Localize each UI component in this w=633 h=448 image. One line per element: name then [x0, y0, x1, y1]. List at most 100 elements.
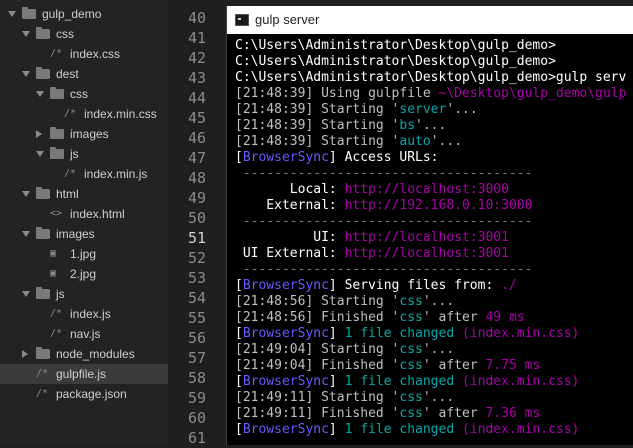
terminal-text: C:\Users\Administrator\Desktop\gulp_demo…	[235, 70, 627, 85]
chevron-down-icon[interactable]	[22, 231, 30, 237]
tree-folder[interactable]: dest	[0, 64, 168, 84]
terminal-line: External: http://192.168.0.10:3000	[235, 198, 532, 214]
terminal-text: css	[399, 406, 423, 421]
tree-file[interactable]: /* index.js	[0, 304, 168, 324]
terminal-text: [	[235, 422, 243, 437]
tree-file[interactable]: ▣ 1.jpg	[0, 244, 168, 264]
terminal-text: bs	[399, 118, 416, 133]
tree-file[interactable]: <> index.html	[0, 204, 168, 224]
terminal-text: [	[235, 134, 243, 149]
tree-item-label: 2.jpg	[70, 267, 97, 281]
terminal-text: ] Finished '	[305, 406, 400, 421]
terminal-text: -------------------------------------	[235, 214, 533, 229]
terminal-line: [BrowserSync] Serving files from: ./	[235, 278, 517, 294]
terminal-text: css	[399, 358, 423, 373]
terminal-text: 7.36 ms	[485, 406, 541, 421]
chevron-down-icon[interactable]	[36, 91, 44, 97]
terminal-output[interactable]: C:\Users\Administrator\Desktop\gulp_demo…	[227, 34, 633, 445]
terminal-window[interactable]: gulp server C:\Users\Administrator\Deskt…	[226, 6, 633, 445]
tree-file[interactable]: /* package.json	[0, 384, 168, 404]
chevron-down-icon[interactable]	[22, 31, 30, 37]
terminal-text: ] Starting '	[305, 102, 400, 117]
terminal-text: ] Starting '	[305, 390, 400, 405]
chevron-down-icon[interactable]	[22, 191, 30, 197]
terminal-text: 49 ms	[485, 310, 525, 325]
line-number: 57	[187, 349, 206, 367]
js-file-icon: /*	[64, 168, 77, 179]
tree-folder[interactable]: node_modules	[0, 344, 168, 364]
terminal-line: C:\Users\Administrator\Desktop\gulp_demo…	[235, 38, 556, 54]
line-number: 53	[187, 269, 206, 287]
terminal-line: [21:48:39] Starting 'bs'...	[235, 118, 446, 134]
tree-folder[interactable]: gulp_demo	[0, 4, 168, 24]
terminal-text: 21:48:56	[242, 310, 306, 325]
terminal-text: BrowserSync	[242, 150, 329, 165]
terminal-text: -------------------------------------	[235, 262, 533, 277]
tree-folder[interactable]: html	[0, 184, 168, 204]
terminal-line: [21:48:56] Starting 'css'...	[235, 294, 454, 310]
chevron-right-icon[interactable]	[36, 130, 42, 138]
tree-folder[interactable]: css	[0, 24, 168, 44]
tree-folder[interactable]: js	[0, 284, 168, 304]
terminal-text: 21:49:11	[242, 406, 306, 421]
chevron-down-icon[interactable]	[8, 11, 16, 17]
tree-item-label: index.html	[70, 207, 125, 221]
terminal-text: BrowserSync	[242, 278, 329, 293]
tree-file[interactable]: /* index.css	[0, 44, 168, 64]
terminal-text: [	[235, 102, 243, 117]
tree-item-label: package.json	[56, 387, 127, 401]
terminal-text: ./	[501, 278, 517, 293]
terminal-text: [	[235, 358, 243, 373]
tree-item-label: index.min.js	[84, 167, 148, 181]
terminal-text: 21:48:39	[242, 86, 306, 101]
terminal-text: ' after	[422, 310, 486, 325]
tree-folder[interactable]: css	[0, 84, 168, 104]
terminal-text: [	[235, 310, 243, 325]
tree-file[interactable]: /* index.min.js	[0, 164, 168, 184]
terminal-text: (index.min.css)	[461, 326, 580, 341]
terminal-text: ] Access URLs:	[328, 150, 439, 165]
terminal-text: BrowserSync	[242, 374, 329, 389]
line-number: 43	[187, 69, 206, 87]
chevron-down-icon[interactable]	[22, 291, 30, 297]
tree-file[interactable]: /* nav.js	[0, 324, 168, 344]
line-number: 48	[187, 169, 206, 187]
folder-icon	[50, 87, 64, 99]
terminal-line: [21:48:39] Using gulpfile ~\Desktop\gulp…	[235, 86, 626, 102]
terminal-title-bar[interactable]: gulp server	[227, 6, 633, 34]
terminal-line: -------------------------------------	[235, 262, 533, 278]
tree-item-label: nav.js	[70, 327, 101, 341]
chevron-down-icon[interactable]	[22, 71, 30, 77]
terminal-title: gulp server	[255, 12, 320, 27]
chevron-down-icon[interactable]	[36, 151, 44, 157]
chevron-right-icon[interactable]	[22, 350, 28, 358]
tree-item-label: images	[70, 127, 109, 141]
tree-file[interactable]: ▣ 2.jpg	[0, 264, 168, 284]
line-number: 44	[187, 89, 206, 107]
line-number: 42	[187, 49, 206, 67]
terminal-text: http://192.168.0.10:3000	[344, 198, 533, 213]
line-number: 59	[187, 389, 206, 407]
tree-folder[interactable]: images	[0, 224, 168, 244]
terminal-text: 21:49:11	[242, 390, 306, 405]
terminal-text: 1 file changed	[344, 326, 462, 341]
folder-icon	[22, 7, 36, 19]
terminal-text: UI:	[235, 230, 345, 245]
tree-file[interactable]: /* gulpfile.js	[0, 364, 168, 384]
line-number: 61	[187, 429, 206, 447]
tree-item-label: css	[56, 27, 74, 41]
image-file-icon: ▣	[50, 268, 57, 279]
line-number: 46	[187, 129, 206, 147]
tree-folder[interactable]: js	[0, 144, 168, 164]
terminal-text: '...	[446, 102, 478, 117]
terminal-text: http://localhost:3000	[344, 182, 509, 197]
tree-file[interactable]: /* index.min.css	[0, 104, 168, 124]
terminal-text: ' after	[422, 406, 486, 421]
tree-folder[interactable]: images	[0, 124, 168, 144]
cmd-icon	[235, 14, 249, 26]
js-file-icon: /*	[50, 328, 63, 339]
terminal-line: [21:49:11] Finished 'css' after 7.36 ms	[235, 406, 540, 422]
terminal-text: [	[235, 150, 243, 165]
terminal-text: 21:48:39	[242, 118, 306, 133]
terminal-text: [	[235, 390, 243, 405]
